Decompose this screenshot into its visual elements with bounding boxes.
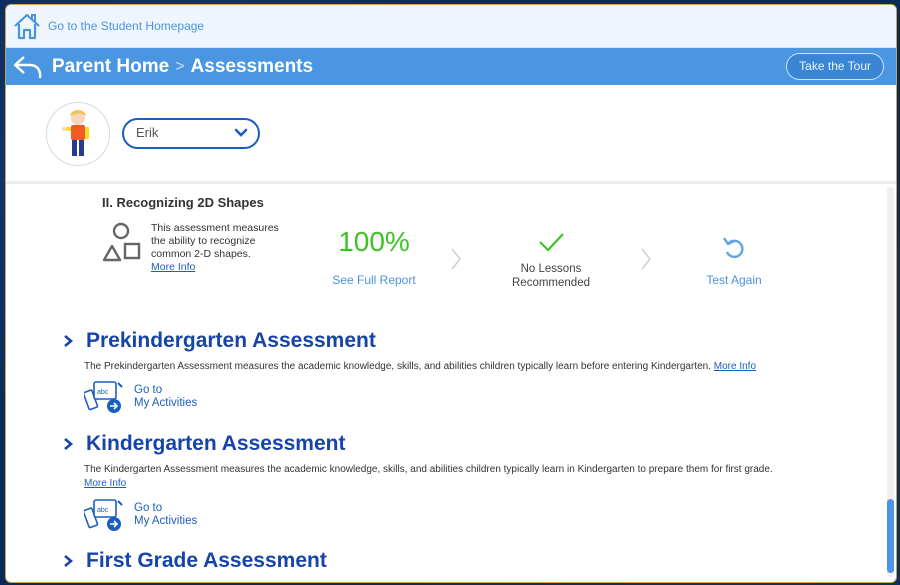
student-homepage-link[interactable]: Go to the Student Homepage: [48, 19, 204, 33]
student-home-bar: Go to the Student Homepage: [6, 5, 896, 48]
breadcrumb-parent-home[interactable]: Parent Home: [52, 56, 169, 78]
section-title: Prekindergarten Assessment: [86, 329, 376, 352]
student-select[interactable]: Erik: [122, 118, 260, 149]
take-tour-button[interactable]: Take the Tour: [786, 53, 884, 80]
shapes-icon: [102, 222, 141, 262]
svg-text:abc: abc: [97, 507, 109, 514]
section-header[interactable]: Kindergarten Assessment: [62, 432, 345, 456]
app-window: Go to the Student Homepage Parent Home >…: [5, 4, 897, 583]
scrollbar[interactable]: [887, 187, 894, 577]
chevron-right-icon: [64, 555, 74, 567]
go-to-activities-button[interactable]: abc Go to My Activities: [84, 497, 197, 533]
scrollbar-thumb[interactable]: [887, 499, 894, 573]
avatar: [46, 102, 110, 166]
more-info-link[interactable]: More Info: [151, 261, 195, 273]
recommendation-status: No Lessons Recommended: [512, 263, 590, 289]
home-icon[interactable]: [12, 12, 42, 40]
subassessment-description: This assessment measures the ability to …: [151, 222, 291, 274]
activity-line2: My Activities: [134, 397, 198, 409]
student-profile-bar: Erik: [6, 85, 896, 184]
go-to-activities-button[interactable]: abc Go to My Activities: [84, 379, 197, 415]
step-arrow-icon: [451, 248, 461, 270]
title-bar: Parent Home > Assessments Take the Tour: [6, 48, 896, 85]
activity-label: Go to My Activities: [134, 384, 197, 410]
breadcrumb-separator: >: [175, 57, 185, 75]
score-value: 100%: [338, 226, 410, 257]
selected-student: Erik: [136, 125, 159, 140]
checkmark-icon: [539, 233, 564, 252]
section-title: First Grade Assessment: [86, 549, 327, 572]
more-info-link[interactable]: More Info: [84, 478, 126, 489]
see-full-report-link[interactable]: See Full Report: [324, 273, 424, 287]
activities-icon: abc: [84, 499, 123, 531]
description-text: The Kindergarten Assessment measures the…: [84, 464, 773, 475]
back-arrow-icon[interactable]: [12, 53, 44, 81]
section-description: The Prekindergarten Assessment measures …: [84, 360, 784, 374]
activity-line1: Go to: [134, 502, 163, 514]
section-header[interactable]: First Grade Assessment: [62, 549, 327, 573]
description-text: The Prekindergarten Assessment measures …: [84, 361, 711, 372]
activities-icon: abc: [84, 381, 123, 413]
section-description: The Kindergarten Assessment measures the…: [84, 463, 784, 491]
activity-label: Go to My Activities: [134, 502, 197, 528]
step-arrow-icon: [641, 248, 651, 270]
chevron-right-icon: [64, 335, 74, 347]
activity-line2: My Activities: [134, 515, 198, 527]
svg-text:abc: abc: [97, 389, 109, 396]
description-text: This assessment measures the ability to …: [151, 222, 279, 260]
chevron-down-icon: [234, 128, 248, 137]
test-again-link[interactable]: Test Again: [694, 273, 774, 287]
section-header[interactable]: Prekindergarten Assessment: [62, 329, 376, 353]
section-title: Kindergarten Assessment: [86, 432, 346, 455]
assessments-content: II. Recognizing 2D Shapes This assessmen…: [6, 184, 884, 582]
activity-line1: Go to: [134, 384, 163, 396]
subassessment-title: II. Recognizing 2D Shapes: [102, 195, 264, 210]
breadcrumb-assessments: Assessments: [190, 55, 314, 77]
chevron-right-icon: [64, 438, 74, 450]
more-info-link[interactable]: More Info: [714, 361, 756, 372]
retry-icon[interactable]: [722, 236, 744, 260]
child-avatar-icon: [62, 110, 89, 156]
